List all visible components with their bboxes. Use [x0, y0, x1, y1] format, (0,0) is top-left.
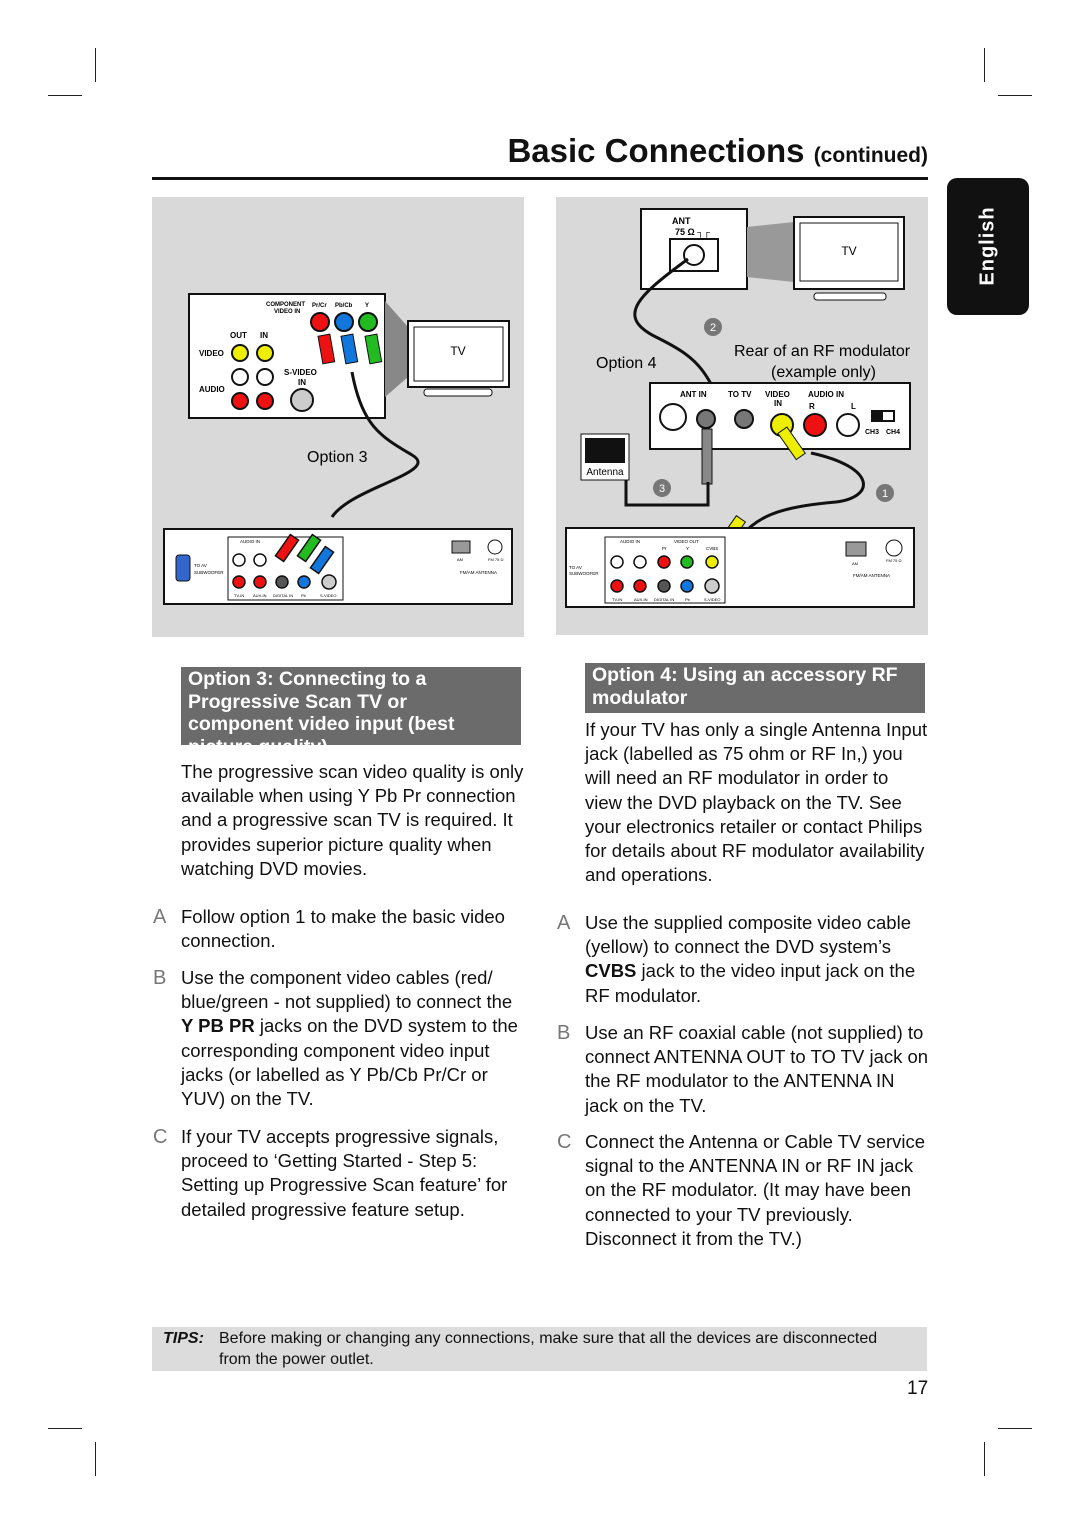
svg-text:S-VIDEO: S-VIDEO	[284, 368, 317, 377]
option3-diagram: TV COMPONENT VIDEO IN Pr/Cr Pb/Cb Y OUT …	[152, 197, 524, 637]
option3-step-c: C If your TV accepts progressive signals,…	[153, 1126, 508, 1220]
svg-text:OUT: OUT	[230, 331, 247, 340]
svg-text:TO AV: TO AV	[194, 563, 207, 568]
svg-text:DIGITAL IN: DIGITAL IN	[273, 593, 293, 598]
svg-text:VIDEO IN: VIDEO IN	[274, 309, 300, 315]
language-tab: English	[947, 178, 1029, 315]
svg-text:FM 75 Ω: FM 75 Ω	[886, 558, 901, 563]
svg-text:VIDEO: VIDEO	[765, 390, 790, 399]
svg-text:3: 3	[659, 483, 665, 495]
crop-mark	[984, 1442, 985, 1476]
title-rule	[152, 177, 928, 180]
option4-heading: Option 4: Using an accessory RF modulato…	[585, 663, 925, 713]
svg-text:TV-IN: TV-IN	[234, 593, 244, 598]
crop-mark	[95, 48, 96, 82]
option4-diagram: TV ANT 75 Ω ┐┌ 2 Option 4 Rear of an RF …	[556, 197, 928, 635]
svg-text:2: 2	[710, 322, 716, 334]
tips-box: TIPS: Before making or changing any conne…	[152, 1327, 927, 1371]
svg-text:S-VIDEO: S-VIDEO	[320, 593, 336, 598]
option3-intro: The progressive scan video quality is on…	[181, 761, 524, 879]
svg-text:AUX-IN: AUX-IN	[253, 593, 267, 598]
svg-text:FM/AM ANTENNA: FM/AM ANTENNA	[460, 570, 497, 575]
svg-text:SUBWOOFER: SUBWOOFER	[569, 571, 599, 576]
tips-label: TIPS:	[163, 1330, 204, 1347]
svg-text:L: L	[851, 402, 856, 411]
svg-text:S-VIDEO: S-VIDEO	[704, 597, 720, 602]
svg-text:1: 1	[882, 488, 888, 500]
svg-text:AUDIO IN: AUDIO IN	[620, 539, 640, 544]
svg-text:Antenna: Antenna	[586, 467, 624, 478]
svg-text:SUBWOOFER: SUBWOOFER	[194, 570, 224, 575]
svg-text:AUDIO IN: AUDIO IN	[808, 390, 844, 399]
svg-text:Option 3: Option 3	[307, 449, 368, 466]
crop-mark	[48, 1428, 82, 1429]
option3-step-a: A Follow option 1 to make the basic video…	[153, 906, 505, 952]
svg-text:Pb/Cb: Pb/Cb	[335, 303, 353, 309]
svg-text:IN: IN	[774, 399, 782, 408]
svg-text:AM: AM	[457, 557, 463, 562]
svg-text:FM 75 Ω: FM 75 Ω	[488, 557, 503, 562]
svg-text:Pb: Pb	[685, 597, 691, 602]
svg-text:ANT: ANT	[672, 216, 691, 226]
svg-text:TV: TV	[841, 244, 856, 258]
svg-text:AUDIO: AUDIO	[199, 385, 225, 394]
crop-mark	[984, 48, 985, 82]
svg-text:TO TV: TO TV	[728, 390, 752, 399]
svg-text:CH4: CH4	[886, 429, 900, 436]
svg-text:Pr/Cr: Pr/Cr	[312, 303, 327, 309]
svg-text:FM/AM ANTENNA: FM/AM ANTENNA	[853, 573, 890, 578]
svg-text:CH3: CH3	[865, 429, 879, 436]
svg-text:Rear of an RF modulator: Rear of an RF modulator	[734, 343, 911, 360]
crop-mark	[95, 1442, 96, 1476]
svg-text:AUX-IN: AUX-IN	[634, 597, 648, 602]
svg-text:TO AV: TO AV	[569, 565, 582, 570]
svg-text:AM: AM	[852, 561, 858, 566]
page-number: 17	[907, 1378, 929, 1399]
svg-text:Pb: Pb	[301, 593, 307, 598]
svg-text:IN: IN	[260, 331, 268, 340]
svg-text:CVBS: CVBS	[706, 546, 718, 551]
option4-step-c: C Connect the Antenna or Cable TV service…	[557, 1131, 926, 1249]
svg-text:75 Ω ┐┌: 75 Ω ┐┌	[675, 227, 711, 238]
svg-text:VIDEO OUT: VIDEO OUT	[674, 539, 699, 544]
svg-text:ANT IN: ANT IN	[680, 390, 707, 399]
svg-text:Pr: Pr	[662, 546, 667, 551]
crop-mark	[48, 95, 82, 96]
svg-text:R: R	[809, 402, 815, 411]
option4-intro: If your TV has only a single Antenna Inp…	[585, 719, 928, 886]
svg-text:(example only): (example only)	[771, 364, 876, 381]
svg-text:IN: IN	[298, 378, 306, 387]
svg-text:Option 4: Option 4	[596, 355, 657, 372]
svg-text:Y: Y	[365, 303, 369, 309]
svg-text:Y: Y	[686, 546, 689, 551]
svg-text:DIGITAL IN: DIGITAL IN	[654, 597, 674, 602]
svg-text:COMPONENT: COMPONENT	[266, 302, 305, 308]
svg-text:TV: TV	[450, 344, 465, 358]
option4-step-a: A Use the supplied composite video cable …	[557, 912, 916, 1006]
option3-heading: Option 3: Connecting to a Progressive Sc…	[181, 667, 521, 758]
svg-text:TV-IN: TV-IN	[612, 597, 622, 602]
svg-text:VIDEO: VIDEO	[199, 349, 224, 358]
option4-step-b: B Use an RF coaxial cable (not supplied) …	[557, 1022, 929, 1116]
page-title: Basic Connections (continued)	[507, 132, 928, 169]
crop-mark	[998, 1428, 1032, 1429]
crop-mark	[998, 95, 1032, 96]
svg-text:AUDIO IN: AUDIO IN	[240, 539, 260, 544]
option3-step-b: B Use the component video cables (red/ bl…	[153, 967, 518, 1110]
